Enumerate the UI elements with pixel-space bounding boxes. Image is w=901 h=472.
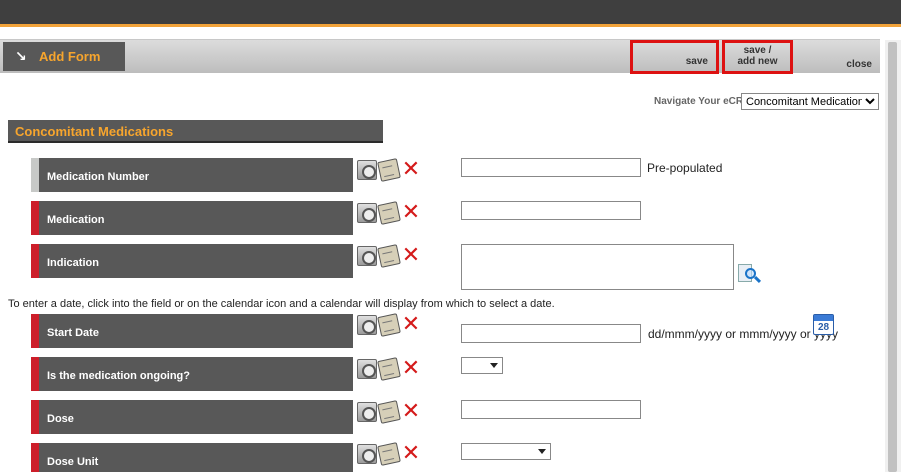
field-label-start-date: Start Date (31, 314, 353, 348)
field-actions: ✕ (357, 357, 421, 381)
medication-number-input[interactable] (461, 158, 641, 177)
field-actions: ✕ (357, 442, 421, 466)
clear-icon[interactable]: ✕ (401, 245, 421, 267)
date-instructions: To enter a date, click into the field or… (8, 298, 555, 310)
note-icon[interactable] (377, 158, 401, 182)
close-button[interactable]: close (800, 40, 880, 74)
note-icon[interactable] (377, 201, 401, 225)
clear-icon[interactable]: ✕ (401, 202, 421, 224)
vertical-scrollbar[interactable] (885, 40, 901, 472)
optional-marker (31, 158, 39, 192)
navigate-ecrf-label: Navigate Your eCRF (654, 96, 750, 107)
chevron-down-icon (538, 449, 546, 454)
audit-trail-icon[interactable] (357, 315, 377, 335)
add-form-tab: ↘ Add Form (3, 42, 125, 71)
navigate-ecrf-select[interactable]: Concomitant Medications (741, 93, 879, 110)
audit-trail-icon[interactable] (357, 359, 377, 379)
clear-icon[interactable]: ✕ (401, 443, 421, 465)
save-label: save (685, 56, 708, 67)
note-icon[interactable] (377, 244, 401, 268)
clear-icon[interactable]: ✕ (401, 358, 421, 380)
required-marker (31, 400, 39, 434)
field-label-dose: Dose (31, 400, 353, 434)
field-actions: ✕ (357, 158, 421, 182)
save-add-new-label-line1: save / (743, 45, 772, 56)
save-add-new-label-line2: add new (737, 56, 778, 67)
field-label-text: Medication Number (47, 171, 150, 183)
required-marker (31, 244, 39, 278)
section-title: Concomitant Medications (8, 120, 383, 143)
required-marker (31, 443, 39, 472)
chevron-down-icon (490, 363, 498, 368)
note-icon[interactable] (377, 357, 401, 381)
required-marker (31, 314, 39, 348)
field-label-text: Start Date (47, 327, 99, 339)
field-label-ongoing: Is the medication ongoing? (31, 357, 353, 391)
clear-icon[interactable]: ✕ (401, 159, 421, 181)
indication-textarea[interactable] (461, 244, 734, 290)
field-label-text: Dose (47, 413, 74, 425)
field-label-text: Is the medication ongoing? (47, 370, 190, 382)
field-label-text: Medication (47, 214, 105, 226)
save-add-new-button[interactable]: save / add new (722, 40, 793, 74)
dose-input[interactable] (461, 400, 641, 419)
note-icon[interactable] (377, 442, 401, 466)
pre-populated-hint: Pre-populated (647, 161, 723, 175)
field-actions: ✕ (357, 400, 421, 424)
field-label-dose-unit: Dose Unit (31, 443, 353, 472)
save-button[interactable]: save (630, 40, 719, 74)
required-marker (31, 201, 39, 235)
field-actions: ✕ (357, 244, 421, 268)
audit-trail-icon[interactable] (357, 444, 377, 464)
clear-icon[interactable]: ✕ (401, 314, 421, 336)
field-label-text: Indication (47, 257, 99, 269)
ongoing-select[interactable] (461, 357, 503, 374)
audit-trail-icon[interactable] (357, 203, 377, 223)
field-label-medication-number: Medication Number (31, 158, 353, 192)
scrollbar-thumb[interactable] (888, 42, 897, 472)
field-actions: ✕ (357, 201, 421, 225)
clear-icon[interactable]: ✕ (401, 401, 421, 423)
calendar-icon[interactable]: 28 (813, 314, 834, 335)
required-marker (31, 357, 39, 391)
audit-trail-icon[interactable] (357, 246, 377, 266)
arrow-down-right-icon: ↘ (15, 48, 27, 64)
medication-input[interactable] (461, 201, 641, 220)
field-label-text: Dose Unit (47, 456, 99, 468)
note-icon[interactable] (377, 313, 401, 337)
date-format-hint: dd/mmm/yyyy or mmm/yyyy or yyyy (648, 327, 839, 341)
audit-trail-icon[interactable] (357, 402, 377, 422)
note-icon[interactable] (377, 400, 401, 424)
field-actions: ✕ (357, 313, 421, 337)
lookup-search-icon[interactable] (736, 262, 762, 286)
audit-trail-icon[interactable] (357, 160, 377, 180)
start-date-input[interactable] (461, 324, 641, 343)
close-label: close (846, 59, 872, 70)
top-bar (0, 0, 901, 24)
field-label-medication: Medication (31, 201, 353, 235)
field-label-indication: Indication (31, 244, 353, 278)
add-form-title: Add Form (39, 49, 101, 64)
dose-unit-select[interactable] (461, 443, 551, 460)
